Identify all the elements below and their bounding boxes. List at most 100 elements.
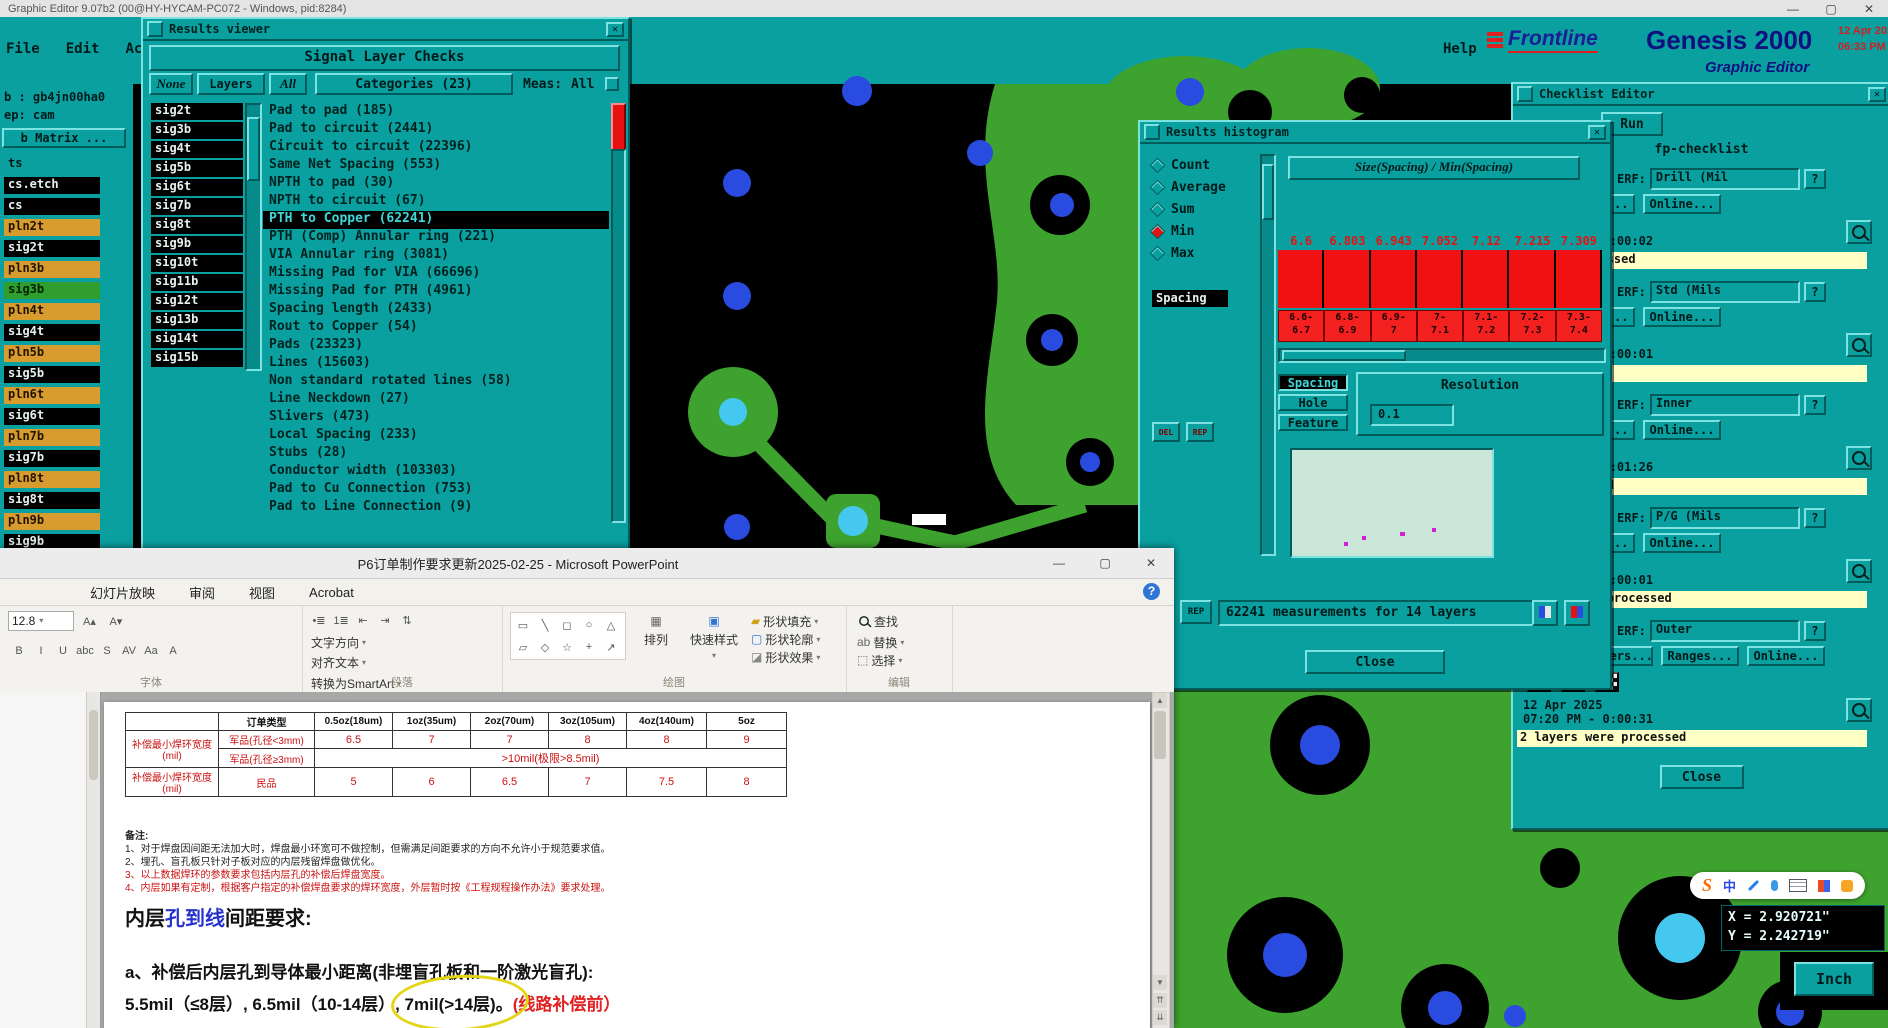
help-button[interactable]: ?: [1803, 621, 1826, 641]
shape-gallery-icon[interactable]: ☆: [557, 637, 577, 657]
filter-none-button[interactable]: None: [149, 73, 193, 95]
category-row[interactable]: NPTH to circuit (67): [263, 193, 609, 211]
category-row[interactable]: Spacing length (2433): [263, 301, 609, 319]
category-row[interactable]: Same Net Spacing (553): [263, 157, 609, 175]
highlight-map-icon-button[interactable]: [1564, 600, 1590, 626]
rep-button[interactable]: REP: [1186, 422, 1214, 442]
viewer-layer-row[interactable]: sig14t: [151, 331, 243, 348]
font-style-button[interactable]: AV: [119, 641, 139, 661]
category-scrollbar-thumb[interactable]: [611, 103, 626, 153]
help-button[interactable]: ?: [1803, 508, 1826, 528]
category-row[interactable]: Missing Pad for PTH (4961): [263, 283, 609, 301]
font-style-button[interactable]: A: [163, 641, 183, 661]
histogram-titlebar[interactable]: Results histogram ✕: [1140, 122, 1610, 144]
ppt-maximize-button[interactable]: ▢: [1082, 549, 1128, 577]
viewer-layer-row[interactable]: sig13b: [151, 312, 243, 329]
category-row[interactable]: NPTH to pad (30): [263, 175, 609, 193]
help-button[interactable]: ?: [1803, 169, 1826, 189]
font-size-combo[interactable]: 12.8 ▾: [8, 610, 74, 631]
ime-skin-icon[interactable]: [1818, 879, 1831, 892]
category-row[interactable]: Pads (23323): [263, 337, 609, 355]
viewer-layer-row[interactable]: sig5b: [151, 160, 243, 177]
erf-value-field[interactable]: Std (Mils: [1649, 281, 1800, 303]
shape-gallery-icon[interactable]: ◻: [557, 615, 577, 635]
slide-canvas[interactable]: 订单类型 0.5oz(18um) 1oz(35um) 2oz(70um) 3oz(1…: [104, 702, 1150, 1028]
find-button[interactable]: 查找: [854, 612, 901, 630]
viewer-layer-row[interactable]: sig2t: [151, 103, 243, 120]
viewer-layer-row[interactable]: sig4t: [151, 141, 243, 158]
keyboard-icon[interactable]: [1789, 879, 1808, 892]
shape-gallery-icon[interactable]: ▭: [513, 615, 533, 635]
stat-radio[interactable]: Sum: [1149, 198, 1256, 220]
filter-layers-button[interactable]: Layers: [197, 73, 265, 95]
close-icon[interactable]: ✕: [606, 21, 624, 37]
results-viewer-titlebar[interactable]: Results viewer ✕: [143, 19, 628, 41]
zoom-results-button[interactable]: [1846, 559, 1872, 583]
font-style-button[interactable]: B: [9, 641, 29, 661]
font-style-button[interactable]: abc: [75, 641, 95, 661]
online-button[interactable]: Online...: [1643, 307, 1721, 327]
results-preview-map[interactable]: [1290, 448, 1494, 558]
next-slide-button[interactable]: ⇊: [1153, 1010, 1167, 1025]
erf-value-field[interactable]: Drill (Mil: [1649, 168, 1800, 190]
handwriting-icon[interactable]: [1747, 879, 1760, 892]
ime-toolbox-icon[interactable]: [1841, 879, 1854, 892]
zoom-results-button[interactable]: [1846, 698, 1872, 722]
axis-mode-label[interactable]: Spacing: [1152, 290, 1228, 307]
del-button[interactable]: DEL: [1152, 422, 1180, 442]
ppt-close-button[interactable]: ✕: [1128, 549, 1174, 577]
window-menu-icon[interactable]: [1144, 124, 1160, 140]
help-button[interactable]: ?: [1803, 395, 1826, 415]
shape-gallery-icon[interactable]: +: [579, 637, 599, 657]
stat-radio[interactable]: Max: [1149, 242, 1256, 264]
viewer-layer-row[interactable]: sig15b: [151, 350, 243, 367]
shape-gallery-icon[interactable]: ▱: [513, 637, 533, 657]
meas-value[interactable]: All: [571, 77, 594, 92]
category-scrollbar-track[interactable]: [611, 149, 626, 523]
online-button[interactable]: Online...: [1643, 533, 1721, 553]
shape-gallery-icon[interactable]: ╲: [535, 615, 555, 635]
category-row[interactable]: Rout to Copper (54): [263, 319, 609, 337]
shape-gallery-icon[interactable]: △: [601, 615, 621, 635]
chart-hscrollbar[interactable]: [1278, 348, 1606, 363]
category-row[interactable]: Pad to circuit (2441): [263, 121, 609, 139]
viewer-layer-row[interactable]: sig12t: [151, 293, 243, 310]
filter-all-button[interactable]: All: [269, 73, 307, 95]
font-style-button[interactable]: U: [53, 641, 73, 661]
grow-font-button[interactable]: A▴: [79, 611, 99, 631]
tab-slideshow[interactable]: 幻灯片放映: [90, 583, 155, 602]
bin-bar[interactable]: [1324, 250, 1371, 308]
category-row[interactable]: Pad to Line Connection (9): [263, 499, 609, 517]
shape-outline-button[interactable]: ▢ 形状轮廓 ▾: [748, 630, 823, 648]
viewer-layer-row[interactable]: sig10t: [151, 255, 243, 272]
shrink-font-button[interactable]: A▾: [106, 611, 126, 631]
viewer-layer-row[interactable]: sig7b: [151, 198, 243, 215]
category-row[interactable]: Circuit to circuit (22396): [263, 139, 609, 157]
viewer-layer-row[interactable]: sig8t: [151, 217, 243, 234]
bin-bar[interactable]: [1416, 250, 1464, 308]
measure-mode-button[interactable]: Spacing: [1278, 374, 1348, 391]
category-row[interactable]: Conductor width (103303): [263, 463, 609, 481]
erf-value-field[interactable]: P/G (Mils: [1649, 507, 1800, 529]
tab-acrobat[interactable]: Acrobat: [309, 585, 354, 600]
paragraph-icon-button[interactable]: ⇤: [353, 610, 373, 630]
measure-mode-button[interactable]: Hole: [1278, 394, 1348, 411]
category-row[interactable]: Slivers (473): [263, 409, 609, 427]
checklist-close-button[interactable]: Close: [1659, 765, 1744, 789]
microphone-icon[interactable]: [1771, 880, 1779, 891]
bin-bar[interactable]: [1278, 250, 1325, 308]
paragraph-icon-button[interactable]: ⇥: [375, 610, 395, 630]
tab-review[interactable]: 审阅: [189, 583, 215, 602]
tab-view[interactable]: 视图: [249, 583, 275, 602]
resolution-value-field[interactable]: 0.1: [1370, 404, 1454, 426]
quick-styles-button[interactable]: ▣ 快速样式 ▾: [682, 614, 746, 666]
category-row[interactable]: PTH (Comp) Annular ring (221): [263, 229, 609, 247]
select-button[interactable]: ⬚ 选择 ▾: [854, 651, 905, 669]
category-row[interactable]: PTH to Copper (62241): [263, 211, 609, 229]
arrange-button[interactable]: ▦ 排列: [630, 614, 682, 666]
shape-effects-button[interactable]: ◪ 形状效果 ▾: [748, 648, 823, 666]
category-row[interactable]: Lines (15603): [263, 355, 609, 373]
ranges-button[interactable]: Ranges...: [1661, 646, 1739, 666]
erf-value-field[interactable]: Outer: [1649, 620, 1800, 642]
paragraph-icon-button[interactable]: ⇅: [397, 610, 417, 630]
